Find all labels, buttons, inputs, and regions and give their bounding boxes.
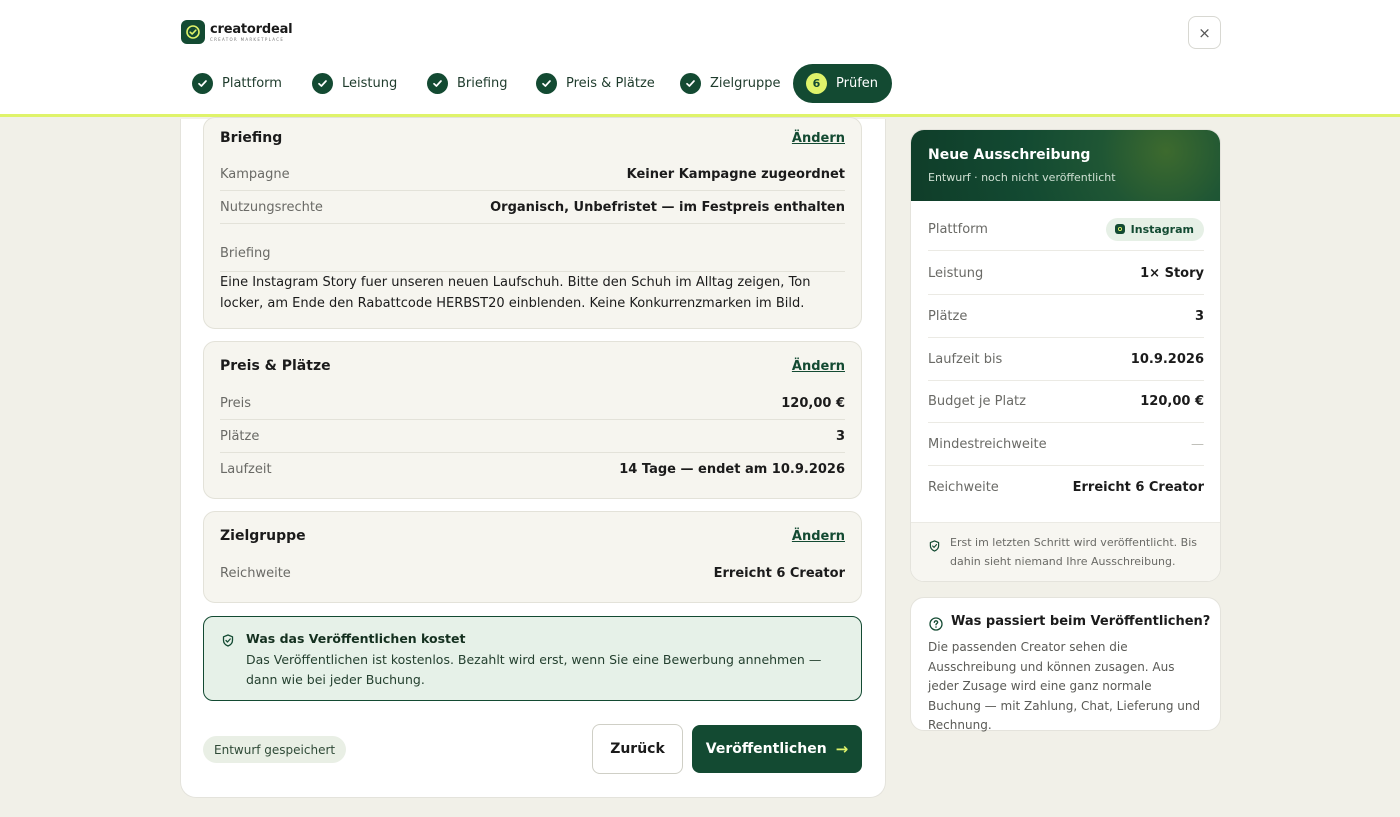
row-value: 120,00 €: [781, 395, 845, 411]
logo-check-icon: [181, 20, 205, 44]
step-label: Briefing: [457, 76, 508, 91]
row-label: Plätze: [928, 308, 968, 324]
row-label: Reichweite: [928, 480, 999, 495]
summary-note-text: Erst im letzten Schritt wird veröffentli…: [950, 536, 1197, 568]
edit-audience-link[interactable]: Ändern: [792, 529, 845, 544]
step-number: 6: [806, 73, 827, 94]
publish-label: Veröffentlichen: [705, 741, 827, 757]
arrow-right-icon: →: [835, 740, 849, 758]
summary-note: Erst im letzten Schritt wird veröffentli…: [911, 522, 1220, 581]
check-icon: [312, 73, 333, 94]
row-value: Erreicht 6 Creator: [713, 566, 845, 581]
row-value: 120,00 €: [1140, 393, 1204, 409]
summary-title: Neue Ausschreibung: [928, 147, 1091, 163]
summary-row: Reichweite Erreicht 6 Creator: [928, 466, 1204, 509]
row-value: —: [1191, 436, 1204, 452]
row-value: 1× Story: [1140, 265, 1204, 281]
check-icon: [192, 73, 213, 94]
instagram-icon: [1114, 224, 1125, 234]
summary-row: Plätze 3: [928, 295, 1204, 338]
summary-row: Leistung 1× Story: [928, 252, 1204, 295]
section-title: Preis & Plätze: [220, 358, 331, 374]
detail-row: Plätze 3: [220, 420, 845, 453]
step-label: Leistung: [342, 76, 398, 91]
step-label: Prüfen: [836, 76, 879, 91]
summary-subtitle: Entwurf · noch nicht veröffentlicht: [928, 171, 1116, 184]
row-label: Nutzungsrechte: [220, 199, 323, 215]
step-label: Preis & Plätze: [566, 76, 655, 91]
step-pruefen[interactable]: 6 Prüfen: [793, 64, 893, 103]
step-leistung[interactable]: Leistung: [312, 64, 397, 103]
step-plattform[interactable]: Plattform: [192, 64, 282, 103]
publish-cost-info: Was das Veröffentlichen kostet Das Veröf…: [203, 616, 862, 701]
row-label: Laufzeit: [220, 462, 272, 477]
row-label: Kampagne: [220, 166, 290, 182]
section-title: Zielgruppe: [220, 528, 306, 544]
row-value: 3: [835, 428, 845, 444]
publish-button[interactable]: Veröffentlichen →: [692, 725, 862, 773]
help-card: Was passiert beim Veröffentlichen? Die p…: [910, 597, 1221, 732]
info-text: Das Veröffentlichen ist kostenlos. Bezah…: [246, 652, 822, 687]
row-value: 3: [1194, 308, 1204, 324]
check-icon: [680, 73, 701, 94]
back-button[interactable]: Zurück: [592, 724, 683, 774]
briefing-section: Briefing Ändern Kampagne Keiner Kampagne…: [203, 117, 862, 329]
detail-row: Laufzeit 14 Tage — endet am 10.9.2026: [220, 453, 845, 486]
detail-row: Preis 120,00 €: [220, 387, 845, 420]
top-header: creatordeal CREATOR MARKETPLACE × Plattf…: [0, 0, 1400, 117]
check-icon: [427, 73, 448, 94]
step-label: Plattform: [222, 76, 282, 91]
close-button[interactable]: ×: [1188, 16, 1221, 49]
step-briefing[interactable]: Briefing: [427, 64, 508, 103]
close-icon: ×: [1198, 23, 1211, 42]
row-value: Keiner Kampagne zugeordnet: [626, 166, 845, 182]
row-label: Plattform: [928, 221, 988, 237]
help-title: Was passiert beim Veröffentlichen?: [951, 614, 1211, 629]
summary-card: Neue Ausschreibung Entwurf · noch nicht …: [910, 129, 1221, 582]
row-label: Preis: [220, 395, 252, 411]
info-title: Was das Veröffentlichen kostet: [246, 631, 466, 646]
row-label: Mindestreichweite: [928, 436, 1047, 452]
row-value: Erreicht 6 Creator: [1072, 480, 1204, 495]
detail-row: Kampagne Keiner Kampagne zugeordnet: [220, 158, 845, 191]
logo-tagline: CREATOR MARKETPLACE: [210, 36, 285, 42]
detail-row: Nutzungsrechte Organisch, Unbefristet — …: [220, 191, 845, 224]
summary-header: Neue Ausschreibung Entwurf · noch nicht …: [911, 130, 1220, 201]
pricing-section: Preis & Plätze Ändern Preis 120,00 € Plä…: [203, 341, 862, 499]
edit-briefing-link[interactable]: Ändern: [792, 131, 845, 146]
platform-badge: Instagram: [1105, 217, 1204, 241]
step-preis-plaetze[interactable]: Preis & Plätze: [536, 64, 655, 103]
row-label: Leistung: [928, 265, 984, 281]
summary-row: Mindestreichweite —: [928, 423, 1204, 466]
section-title: Briefing: [220, 130, 283, 146]
row-label: Laufzeit bis: [928, 351, 1003, 367]
step-label: Zielgruppe: [710, 76, 781, 91]
platform-name: Instagram: [1130, 222, 1194, 236]
step-zielgruppe[interactable]: Zielgruppe: [680, 64, 780, 103]
summary-row: Budget je Platz 120,00 €: [928, 380, 1204, 423]
check-icon: [536, 73, 557, 94]
row-label: Budget je Platz: [928, 393, 1026, 409]
detail-row: Reichweite Erreicht 6 Creator: [220, 557, 845, 590]
help-circle-icon: [929, 616, 943, 635]
logo: creatordeal CREATOR MARKETPLACE: [181, 20, 293, 44]
briefing-text: Eine Instagram Story fuer unseren neuen …: [220, 275, 811, 311]
row-value: Organisch, Unbefristet — im Festpreis en…: [490, 199, 845, 215]
row-label: Reichweite: [220, 566, 291, 581]
help-text: Die passenden Creator sehen die Ausschre…: [928, 640, 1201, 732]
edit-pricing-link[interactable]: Ändern: [792, 359, 845, 374]
briefing-text-label: Briefing: [220, 246, 845, 272]
draft-status-badge: Entwurf gespeichert: [203, 736, 347, 763]
shield-check-icon: [222, 632, 234, 651]
summary-row: Laufzeit bis 10.9.2026: [928, 338, 1204, 381]
row-label: Plätze: [220, 428, 260, 444]
summary-row-platform: Plattform Instagram: [928, 208, 1204, 251]
logo-name: creatordeal: [210, 21, 293, 37]
row-value: 10.9.2026: [1130, 351, 1204, 367]
audience-section: Zielgruppe Ändern Reichweite Erreicht 6 …: [203, 511, 862, 603]
row-value: 14 Tage — endet am 10.9.2026: [619, 462, 845, 477]
shield-check-icon: [929, 537, 940, 556]
